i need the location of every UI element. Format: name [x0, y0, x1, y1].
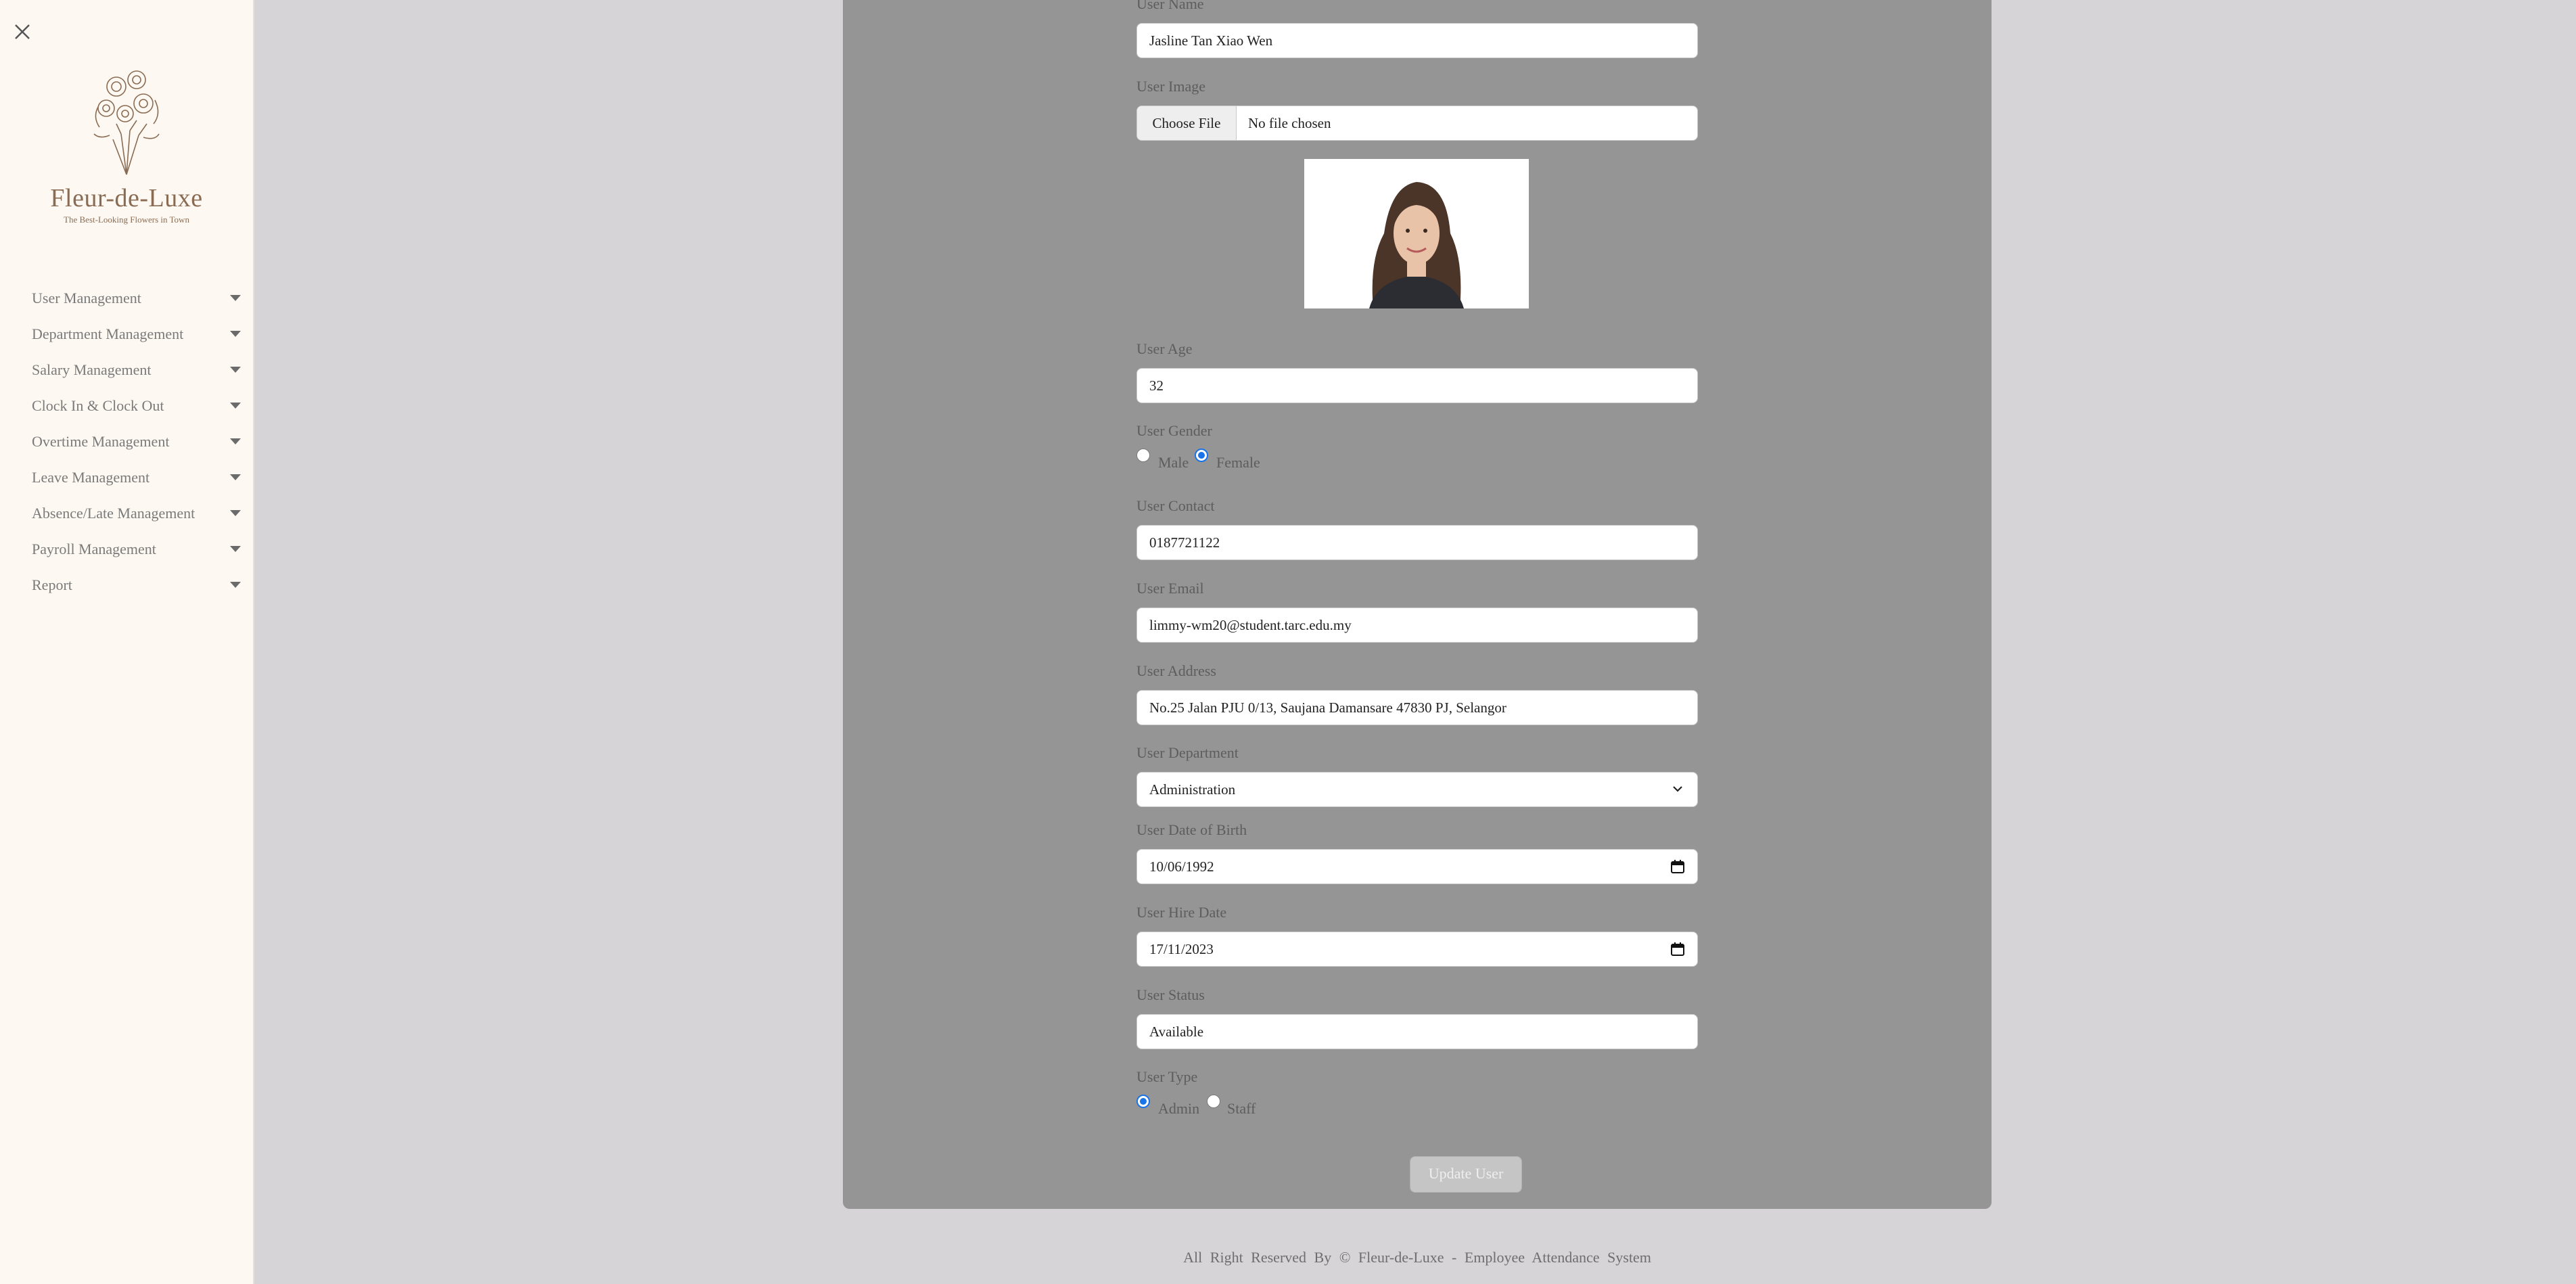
sidebar-item-label: Payroll Management [32, 541, 156, 557]
gender-female-radio[interactable] [1195, 449, 1208, 462]
user-status-label: User Status [1136, 986, 1205, 1003]
caret-down-icon[interactable] [230, 331, 241, 337]
gender-male-label: Male [1158, 454, 1189, 471]
chevron-down-icon [1673, 786, 1682, 792]
user-status-field: User Status Available [1136, 986, 1699, 1049]
user-status-input[interactable]: Available [1136, 1014, 1698, 1049]
user-type-radio-group: Admin Staff [1136, 1092, 1339, 1119]
sidebar-item-report[interactable]: Report [0, 570, 253, 605]
user-avatar-image [1304, 159, 1529, 308]
file-status: No file chosen [1248, 115, 1331, 131]
caret-down-icon[interactable] [230, 510, 241, 516]
user-type-label: User Type [1136, 1068, 1198, 1085]
user-dob-value: 10/06/1992 [1149, 858, 1214, 875]
user-contact-label: User Contact [1136, 497, 1215, 514]
user-image-field: User Image Choose File No file chosen [1136, 77, 1699, 141]
caret-down-icon[interactable] [230, 367, 241, 373]
user-gender-label: User Gender [1136, 422, 1212, 439]
caret-down-icon[interactable] [230, 295, 241, 301]
user-type-admin-label: Admin [1158, 1100, 1200, 1117]
user-age-label: User Age [1136, 340, 1193, 357]
caret-down-icon[interactable] [230, 474, 241, 480]
user-type-staff-label: Staff [1227, 1100, 1256, 1117]
user-photo-preview [1304, 159, 1529, 308]
user-hire-date-field: User Hire Date 17/11/2023 [1136, 903, 1699, 967]
sidebar: Fleur-de-Luxe The Best-Looking Flowers i… [0, 0, 254, 1284]
sidebar-item-label: User Management [32, 290, 141, 306]
sidebar-item-label: Clock In & Clock Out [32, 397, 164, 414]
user-age-input[interactable]: 32 [1136, 368, 1698, 403]
sidebar-item-label: Overtime Management [32, 433, 170, 450]
user-age-field: User Age 32 [1136, 340, 1699, 403]
caret-down-icon[interactable] [230, 582, 241, 588]
sidebar-item-label: Salary Management [32, 361, 152, 378]
edit-user-panel: User Name Jasline Tan Xiao Wen User Imag… [843, 0, 1992, 1209]
user-address-label: User Address [1136, 662, 1216, 679]
user-email-input[interactable]: limmy-wm20@student.tarc.edu.my [1136, 607, 1698, 643]
close-icon[interactable] [12, 22, 32, 42]
user-gender-field: User Gender Male Female [1136, 421, 1699, 471]
user-dob-input[interactable]: 10/06/1992 [1136, 849, 1698, 884]
user-type-admin-radio[interactable] [1136, 1095, 1150, 1108]
user-dob-label: User Date of Birth [1136, 821, 1247, 838]
sidebar-item-overtime-management[interactable]: Overtime Management [0, 426, 253, 462]
user-type-staff-radio[interactable] [1207, 1095, 1220, 1108]
gender-male-radio[interactable] [1136, 449, 1150, 462]
user-image-file-input[interactable]: Choose File No file chosen [1136, 106, 1698, 141]
sidebar-item-absence-late-management[interactable]: Absence/Late Management [0, 498, 253, 534]
sidebar-item-label: Absence/Late Management [32, 505, 196, 522]
user-department-field: User Department Administration [1136, 743, 1699, 807]
sidebar-item-label: Leave Management [32, 469, 150, 486]
sidebar-item-payroll-management[interactable]: Payroll Management [0, 534, 253, 570]
sidebar-item-leave-management[interactable]: Leave Management [0, 462, 253, 498]
user-type-field: User Type Admin Staff [1136, 1068, 1699, 1117]
calendar-icon[interactable] [1670, 942, 1685, 957]
user-hire-date-value: 17/11/2023 [1149, 941, 1214, 957]
user-hire-date-label: User Hire Date [1136, 904, 1227, 921]
gender-radio-group: Male Female [1136, 446, 1339, 473]
flower-bouquet-icon [93, 70, 160, 175]
sidebar-item-department-management[interactable]: Department Management [0, 319, 253, 354]
sidebar-item-label: Report [32, 576, 72, 593]
user-address-input[interactable]: No.25 Jalan PJU 0/13, Saujana Damansare … [1136, 690, 1698, 725]
brand-tagline: The Best-Looking Flowers in Town [64, 214, 189, 225]
gender-female-label: Female [1216, 454, 1260, 471]
user-name-field: User Name Jasline Tan Xiao Wen [1136, 0, 1699, 58]
user-email-label: User Email [1136, 580, 1204, 597]
caret-down-icon[interactable] [230, 403, 241, 409]
sidebar-item-salary-management[interactable]: Salary Management [0, 354, 253, 390]
user-department-select[interactable]: Administration [1136, 772, 1698, 807]
user-name-input[interactable]: Jasline Tan Xiao Wen [1136, 23, 1698, 58]
brand-title: Fleur-de-Luxe [50, 184, 203, 212]
caret-down-icon[interactable] [230, 546, 241, 552]
user-department-label: User Department [1136, 744, 1239, 761]
sidebar-item-clock-in-out[interactable]: Clock In & Clock Out [0, 390, 253, 426]
caret-down-icon[interactable] [230, 438, 241, 444]
calendar-icon[interactable] [1670, 859, 1685, 874]
user-department-value: Administration [1149, 781, 1236, 798]
user-name-label: User Name [1136, 0, 1204, 12]
brand-logo: Fleur-de-Luxe The Best-Looking Flowers i… [43, 60, 210, 235]
update-user-button[interactable]: Update User [1410, 1156, 1522, 1193]
sidebar-item-label: Department Management [32, 325, 184, 342]
footer-copyright: All Right Reserved By © Fleur-de-Luxe - … [1183, 1249, 1651, 1266]
user-address-field: User Address No.25 Jalan PJU 0/13, Sauja… [1136, 662, 1699, 725]
user-contact-field: User Contact 0187721122 [1136, 497, 1699, 560]
user-email-field: User Email limmy-wm20@student.tarc.edu.m… [1136, 579, 1699, 643]
sidebar-nav: User Management Department Management Sa… [0, 283, 253, 605]
user-contact-input[interactable]: 0187721122 [1136, 525, 1698, 560]
sidebar-item-user-management[interactable]: User Management [0, 283, 253, 319]
user-dob-field: User Date of Birth 10/06/1992 [1136, 821, 1699, 884]
user-hire-date-input[interactable]: 17/11/2023 [1136, 932, 1698, 967]
choose-file-button[interactable]: Choose File [1137, 106, 1237, 140]
user-image-label: User Image [1136, 78, 1206, 95]
